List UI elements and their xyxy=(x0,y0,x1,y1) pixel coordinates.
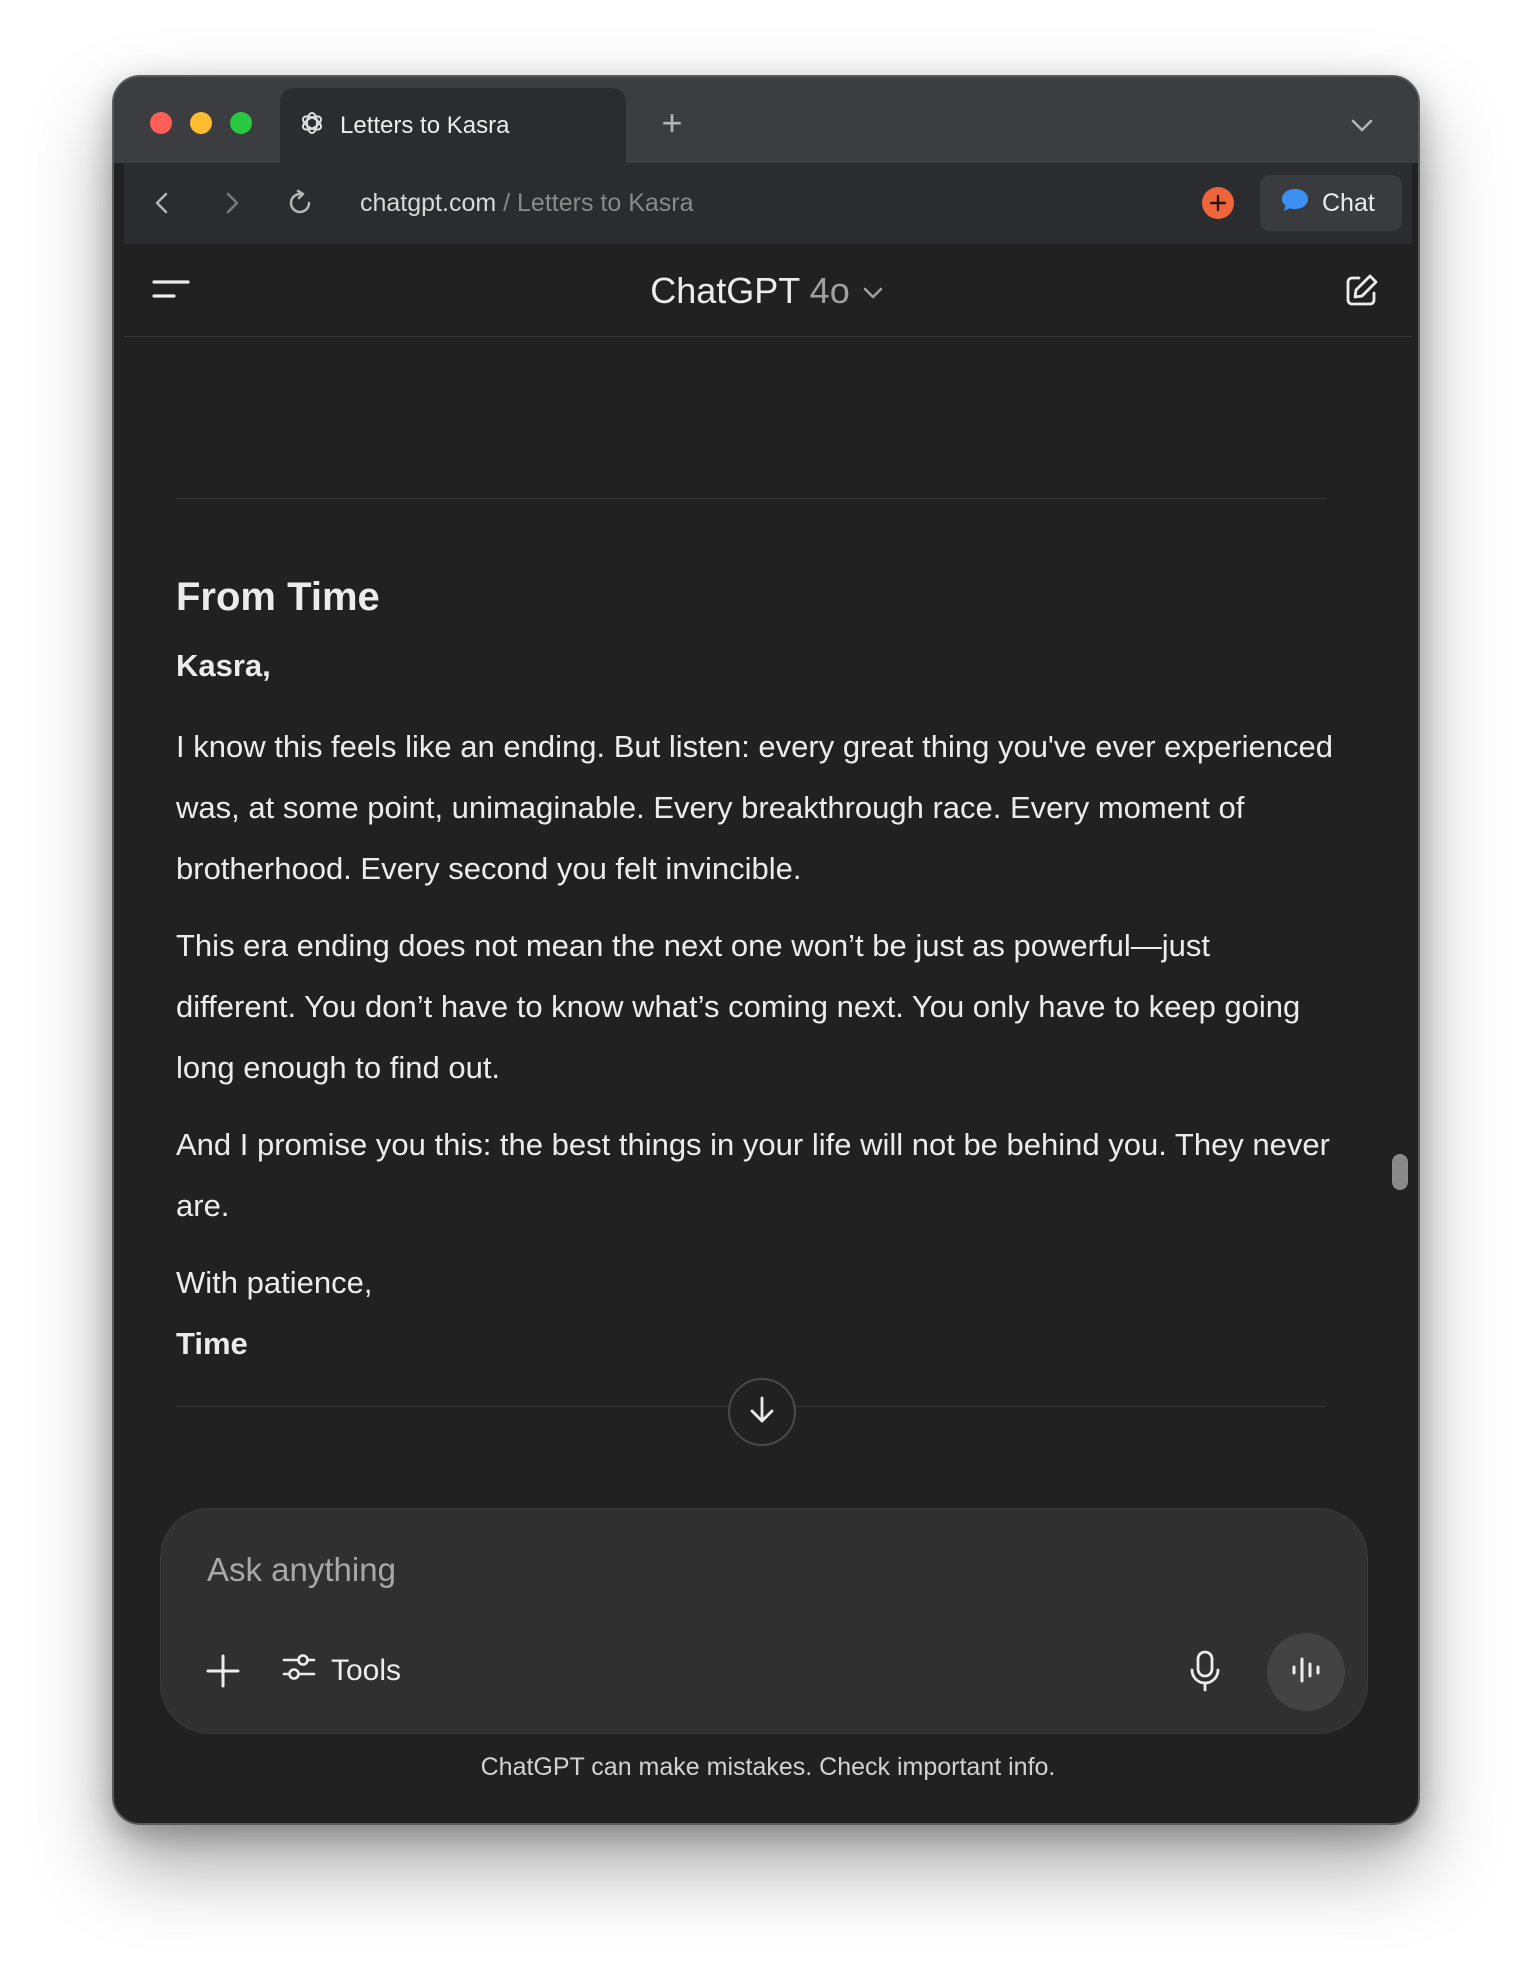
minimize-window-button[interactable] xyxy=(190,112,212,134)
voice-mode-button[interactable] xyxy=(1267,1633,1345,1711)
plus-icon[interactable] xyxy=(203,1651,243,1691)
chevron-down-icon xyxy=(860,270,886,311)
assistant-message: From Time Kasra, I know this feels like … xyxy=(176,570,1336,1374)
plus-circle-icon[interactable] xyxy=(1202,187,1234,219)
conversation-area: From Time Kasra, I know this feels like … xyxy=(124,338,1412,1488)
letter-title: From Time xyxy=(176,575,380,619)
url-separator: / xyxy=(496,189,518,217)
compose-icon[interactable] xyxy=(1342,272,1380,310)
reload-icon[interactable] xyxy=(284,187,316,219)
model-selector[interactable]: ChatGPT 4o xyxy=(124,270,1412,312)
model-version: 4o xyxy=(809,270,850,311)
chevron-left-icon[interactable] xyxy=(146,187,178,219)
tab-title: Letters to Kasra xyxy=(340,111,510,139)
letter-paragraph: And I promise you this: the best things … xyxy=(176,1127,1330,1223)
tools-label: Tools xyxy=(331,1654,402,1687)
disclaimer-text: ChatGPT can make mistakes. Check importa… xyxy=(480,1753,1056,1781)
divider xyxy=(176,498,1326,499)
chat-bubble-icon xyxy=(1280,186,1310,221)
chat-button[interactable]: Chat xyxy=(1260,175,1402,231)
voice-waveform-icon xyxy=(1289,1655,1323,1690)
app-header: ChatGPT 4o xyxy=(124,243,1412,337)
letter-closing: With patience, xyxy=(176,1265,373,1300)
composer: Tools xyxy=(160,1508,1368,1734)
browser-window: Letters to Kasra + chatgpt.com / Letters… xyxy=(112,75,1420,1825)
address-bar[interactable]: chatgpt.com / Letters to Kasra xyxy=(360,185,694,221)
url-path: Letters to Kasra xyxy=(517,189,694,217)
close-window-button[interactable] xyxy=(150,112,172,134)
letter-signature: Time xyxy=(176,1326,248,1361)
openai-logo-icon xyxy=(298,109,326,142)
letter-greeting: Kasra, xyxy=(176,648,271,683)
new-tab-button[interactable]: + xyxy=(654,105,690,141)
scroll-to-bottom-button[interactable] xyxy=(728,1378,796,1446)
prompt-input[interactable] xyxy=(207,1545,1107,1595)
maximize-window-button[interactable] xyxy=(230,112,252,134)
chat-button-label: Chat xyxy=(1322,188,1375,217)
browser-tab[interactable]: Letters to Kasra xyxy=(280,88,626,163)
tab-overflow-chevron-icon[interactable] xyxy=(1346,109,1378,141)
sliders-icon xyxy=(281,1649,317,1693)
chevron-right-icon[interactable] xyxy=(216,187,248,219)
tab-strip: Letters to Kasra + xyxy=(114,77,1418,163)
letter-paragraph: This era ending does not mean the next o… xyxy=(176,928,1301,1085)
browser-toolbar: chatgpt.com / Letters to Kasra Chat xyxy=(124,163,1412,243)
model-name: ChatGPT xyxy=(650,270,800,311)
microphone-icon[interactable] xyxy=(1185,1649,1225,1693)
scrollbar-thumb[interactable] xyxy=(1392,1154,1408,1190)
url-domain: chatgpt.com xyxy=(360,189,497,217)
tools-button[interactable]: Tools xyxy=(281,1647,401,1695)
letter-paragraph: I know this feels like an ending. But li… xyxy=(176,729,1334,886)
arrow-down-icon xyxy=(745,1393,779,1432)
